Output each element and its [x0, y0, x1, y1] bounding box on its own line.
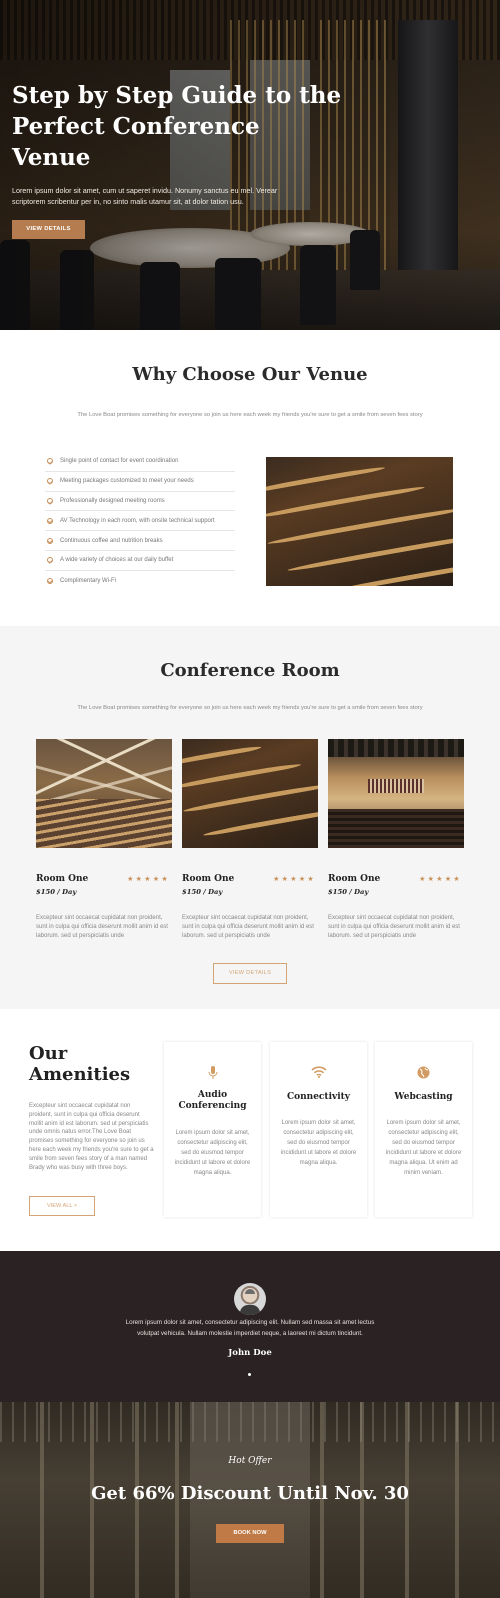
why-section-title: Why Choose Our Venue: [132, 364, 368, 385]
conference-section-title: Conference Room: [160, 660, 340, 681]
room-name[interactable]: Room One: [36, 874, 88, 884]
hero-view-details-button[interactable]: VIEW DETAILS: [12, 220, 85, 239]
amenities-description: Excepteur sint occaecat cupidatat non pr…: [29, 1103, 154, 1171]
room-price: $150 / Day: [182, 888, 223, 896]
amenity-card-connectivity: Connectivity Lorem ipsum dolor sit amet,…: [270, 1042, 367, 1217]
star-rating-icon: ★★★★★: [127, 876, 170, 883]
room-description: Excepteur sint occaecat cupidatat non pr…: [328, 915, 460, 939]
amenity-title: Audio Conferencing: [178, 1090, 247, 1111]
feature-item: Single point of contact for event coordi…: [45, 452, 235, 472]
feature-label: Professionally designed meeting rooms: [60, 497, 165, 504]
check-circle-icon: [47, 478, 53, 485]
hero-title: Step by Step Guide to the Perfect Confer…: [12, 82, 342, 171]
amenity-title: Webcasting: [394, 1092, 453, 1102]
amenity-text: Lorem ipsum dolor sit amet, consectetur …: [280, 1120, 357, 1166]
feature-label: AV Technology in each room, with onsite …: [60, 517, 215, 524]
feature-item: A wide variety of choices at our daily b…: [45, 551, 235, 571]
feature-item: Continuous coffee and nutrition breaks: [45, 531, 235, 551]
feature-label: A wide variety of choices at our daily b…: [60, 557, 174, 564]
microphone-icon: [164, 1066, 261, 1082]
check-circle-icon: [47, 517, 53, 524]
check-circle-icon: [47, 497, 53, 504]
check-circle-icon: [47, 577, 53, 584]
amenities-title: Our Amenities: [29, 1043, 149, 1085]
star-rating-icon: ★★★★★: [419, 876, 462, 883]
amenity-card-webcasting: Webcasting Lorem ipsum dolor sit amet, c…: [375, 1042, 472, 1217]
amenity-title: Connectivity: [286, 1092, 351, 1102]
room-image[interactable]: [182, 739, 318, 848]
room-price: $150 / Day: [36, 888, 77, 896]
feature-list: Single point of contact for event coordi…: [45, 452, 235, 591]
room-card[interactable]: Room One $150 / Day ★★★★★ Excepteur sint…: [182, 739, 318, 939]
room-price: $150 / Day: [328, 888, 369, 896]
check-circle-icon: [47, 537, 53, 544]
room-description: Excepteur sint occaecat cupidatat non pr…: [36, 915, 168, 939]
carousel-dot[interactable]: [248, 1373, 251, 1376]
book-now-button[interactable]: BOOK NOW: [216, 1524, 284, 1543]
testimonial-quote: Lorem ipsum dolor sit amet, consectetur …: [125, 1319, 375, 1337]
amenity-card-audio: Audio Conferencing Lorem ipsum dolor sit…: [164, 1042, 261, 1217]
hero-description: Lorem ipsum dolor sit amet, cum ut saper…: [12, 186, 278, 206]
amenity-text: Lorem ipsum dolor sit amet, consectetur …: [174, 1130, 251, 1176]
room-image[interactable]: [328, 739, 464, 848]
feature-item: Professionally designed meeting rooms: [45, 492, 235, 512]
venue-auditorium-image: [266, 457, 453, 586]
star-rating-icon: ★★★★★: [273, 876, 316, 883]
feature-item: Complimentary Wi-Fi: [45, 571, 235, 591]
amenity-text: Lorem ipsum dolor sit amet, consectetur …: [385, 1120, 462, 1176]
why-section-subtitle: The Love Boat promises something for eve…: [77, 412, 423, 418]
view-all-button[interactable]: VIEW ALL >: [29, 1196, 95, 1216]
check-circle-icon: [47, 458, 53, 465]
feature-label: Complimentary Wi-Fi: [60, 577, 117, 584]
amenities-title-line: Amenities: [29, 1064, 131, 1085]
feature-label: Single point of contact for event coordi…: [60, 458, 179, 465]
feature-item: Meeting packages customized to meet your…: [45, 472, 235, 492]
offer-subtitle: Hot Offer: [228, 1456, 272, 1466]
feature-label: Meeting packages customized to meet your…: [60, 478, 194, 485]
room-name[interactable]: Room One: [328, 874, 380, 884]
testimonial-author: John Doe: [228, 1348, 272, 1358]
check-circle-icon: [47, 557, 53, 564]
feature-label: Continuous coffee and nutrition breaks: [60, 537, 163, 544]
amenities-title-line: Our: [29, 1043, 68, 1064]
avatar: [234, 1283, 266, 1315]
room-description: Excepteur sint occaecat cupidatat non pr…: [182, 915, 314, 939]
room-image[interactable]: [36, 739, 172, 848]
room-card[interactable]: Room One $150 / Day ★★★★★ Excepteur sint…: [328, 739, 464, 939]
offer-title: Get 66% Discount Until Nov. 30: [91, 1483, 409, 1504]
conference-section-subtitle: The Love Boat promises something for eve…: [77, 705, 423, 711]
feature-item: AV Technology in each room, with onsite …: [45, 511, 235, 532]
room-name[interactable]: Room One: [182, 874, 234, 884]
conference-view-details-button[interactable]: VIEW DETAILS: [213, 963, 287, 984]
room-card[interactable]: Room One $150 / Day ★★★★★ Excepteur sint…: [36, 739, 172, 939]
wifi-icon: [270, 1066, 367, 1081]
globe-icon: [375, 1066, 472, 1082]
